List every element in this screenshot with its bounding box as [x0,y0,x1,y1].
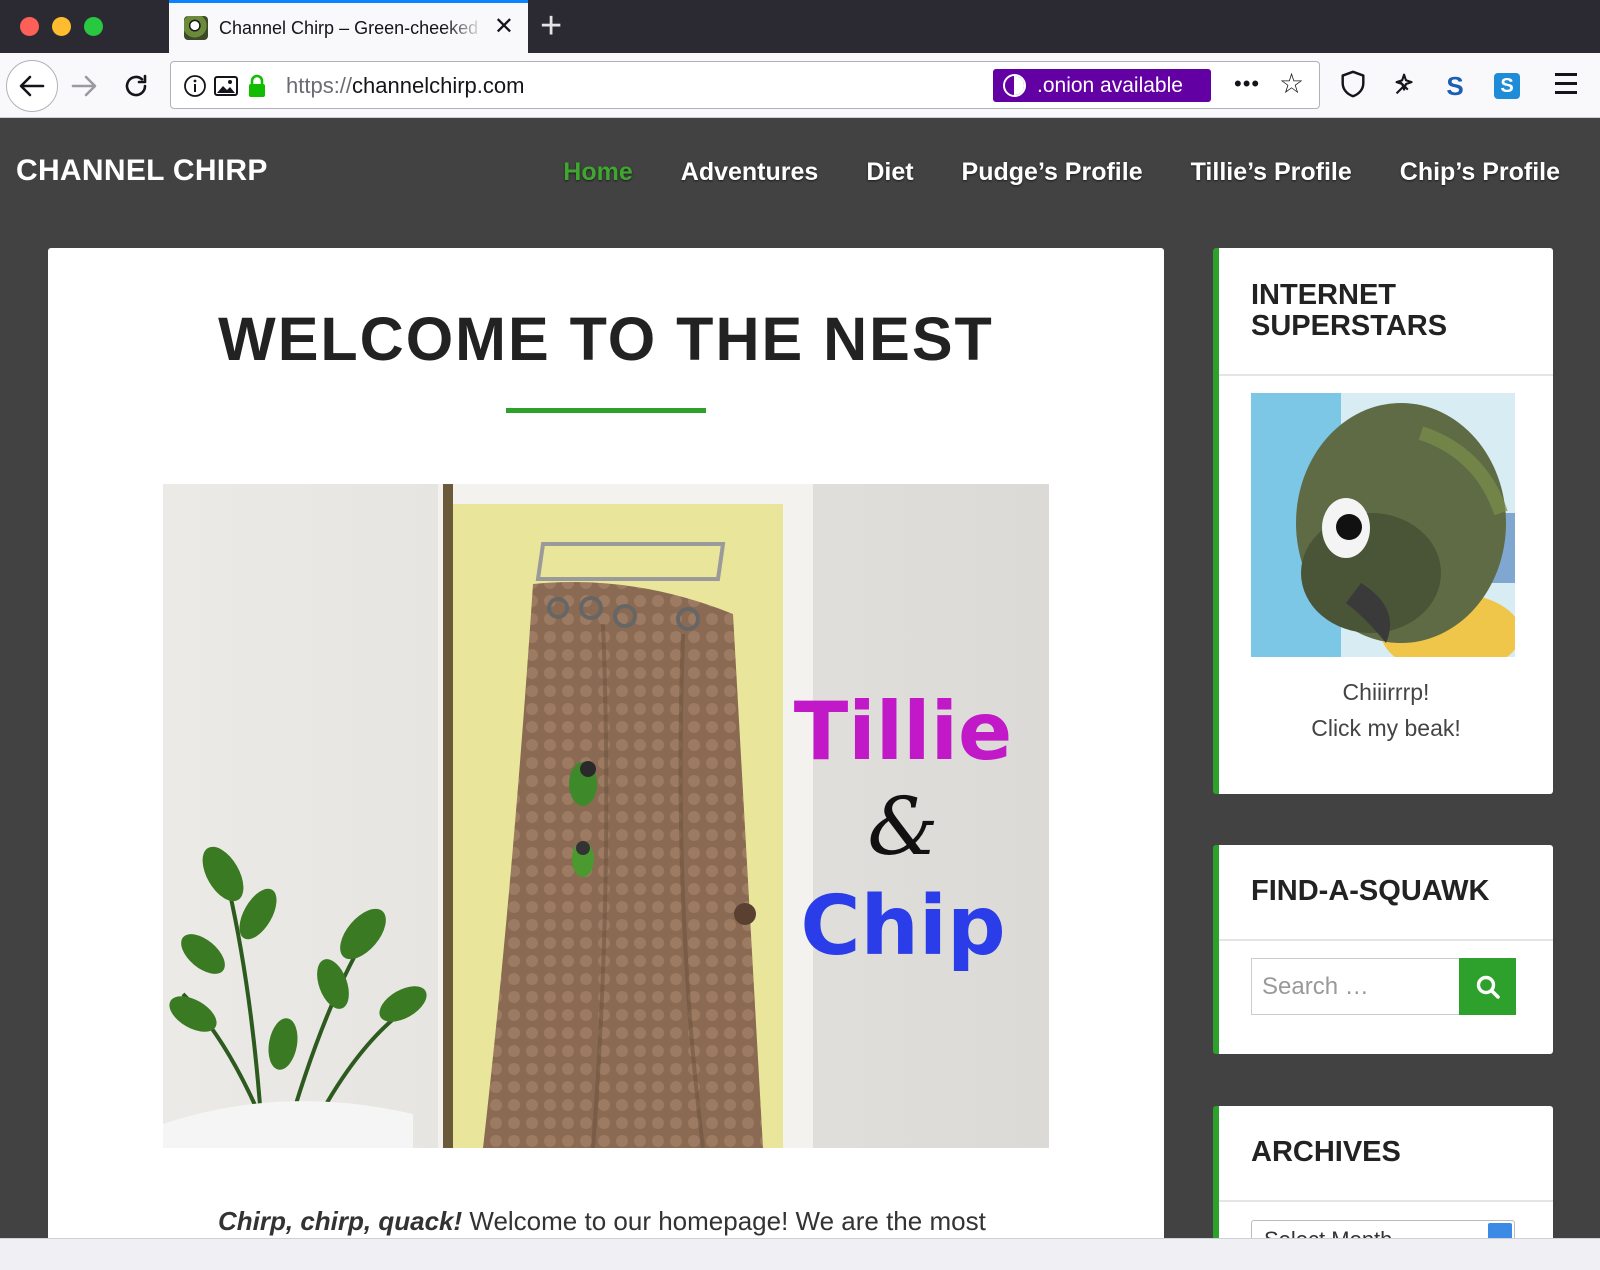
window-zoom-button[interactable] [84,17,103,36]
bookmark-star-icon[interactable]: ☆ [1279,69,1304,99]
url-text[interactable]: https://channelchirp.com [286,73,524,99]
url-scheme: https:// [286,73,353,98]
extension-s-icon[interactable]: S [1440,71,1470,101]
find-a-squawk-widget: FIND-A-SQUAWK Search … [1213,845,1553,1054]
onion-icon [1003,74,1026,97]
intro-paragraph: Chirp, chirp, quack! Welcome to our home… [218,1206,1018,1237]
new-tab-icon[interactable]: + [540,6,562,46]
shield-icon[interactable] [1338,69,1368,99]
extension-skype-icon[interactable]: S [1494,73,1520,99]
nav-chips-profile[interactable]: Chip’s Profile [1400,158,1560,187]
hero-caption-ampersand: & [867,780,938,873]
onion-label: .onion available [1037,74,1183,97]
search-button[interactable] [1459,958,1516,1015]
reload-button[interactable] [116,66,156,106]
browser-tab-bar: Channel Chirp – Green-cheeked Conures ✕ … [0,0,1600,53]
menu-hamburger-icon[interactable] [1555,73,1577,97]
info-icon[interactable] [183,74,207,98]
archives-month-select[interactable]: Select Month [1251,1220,1515,1238]
arrow-right-icon [71,75,97,97]
hero-image: Tillie & Chip [163,484,1049,1148]
tab-close-icon[interactable]: ✕ [494,15,514,39]
page-title: WELCOME TO THE NEST [218,305,994,373]
forward-button[interactable] [64,66,104,106]
widget-title-superstars: INTERNET SUPERSTARS [1219,248,1553,376]
lock-icon[interactable] [247,74,267,98]
nav-adventures[interactable]: Adventures [681,158,819,187]
archives-select-value: Select Month [1264,1227,1392,1238]
search-input[interactable]: Search … [1251,958,1459,1015]
browser-toolbar: https://channelchirp.com .onion availabl… [0,53,1600,118]
image-permission-icon[interactable] [213,74,239,98]
back-button[interactable] [6,60,58,112]
widget-title-search: FIND-A-SQUAWK [1219,845,1553,941]
parrot-favicon-icon [184,16,208,40]
page-actions-more-icon[interactable]: ••• [1234,71,1260,97]
parrot-photo-illustration [1251,393,1515,657]
address-bar[interactable]: https://channelchirp.com .onion availabl… [170,61,1320,109]
main-navigation: Home Adventures Diet Pudge’s Profile Til… [515,158,1560,187]
hero-caption-tillie: Tillie [794,685,1013,778]
chevron-up-down-icon [1488,1223,1512,1238]
superstars-caption[interactable]: Chiiirrrp! Click my beak! [1219,674,1553,746]
widget-title-archives: ARCHIVES [1219,1106,1553,1202]
tab-title: Channel Chirp – Green-cheeked Conures [219,18,484,38]
superstars-caption-line1: Chiiirrrp! [1342,679,1430,705]
superstars-caption-line2: Click my beak! [1311,715,1461,741]
main-content-card: WELCOME TO THE NEST Tillie & Chip Chirp,… [48,248,1164,1238]
search-icon [1476,975,1500,999]
intro-emphasis: Chirp, chirp, quack! [218,1206,463,1236]
hero-photo-illustration: Tillie & Chip [163,484,1049,1148]
nav-home[interactable]: Home [563,158,632,187]
browser-tab-active[interactable]: Channel Chirp – Green-cheeked Conures ✕ [169,0,528,53]
parrot-avatar-image[interactable] [1251,393,1515,657]
archives-widget: ARCHIVES Select Month [1213,1106,1553,1238]
privacy-badger-icon[interactable] [1390,69,1420,99]
window-close-button[interactable] [20,17,39,36]
site-title[interactable]: CHANNEL CHIRP [16,154,268,188]
nav-pudges-profile[interactable]: Pudge’s Profile [962,158,1143,187]
internet-superstars-widget: INTERNET SUPERSTARS Chiiirrrp! Click my … [1213,248,1553,794]
window-minimize-button[interactable] [52,17,71,36]
nav-tillies-profile[interactable]: Tillie’s Profile [1191,158,1352,187]
arrow-left-icon [19,75,45,97]
title-divider [506,408,706,413]
nav-diet[interactable]: Diet [866,158,913,187]
reload-icon [125,74,147,97]
onion-available-button[interactable]: .onion available [993,69,1211,102]
intro-text: Welcome to our homepage! We are the most [462,1206,986,1236]
web-page: CHANNEL CHIRP Home Adventures Diet Pudge… [0,118,1600,1238]
hero-caption-chip: Chip [800,879,1005,974]
url-host: channelchirp.com [352,73,525,98]
browser-status-bar [0,1238,1600,1270]
